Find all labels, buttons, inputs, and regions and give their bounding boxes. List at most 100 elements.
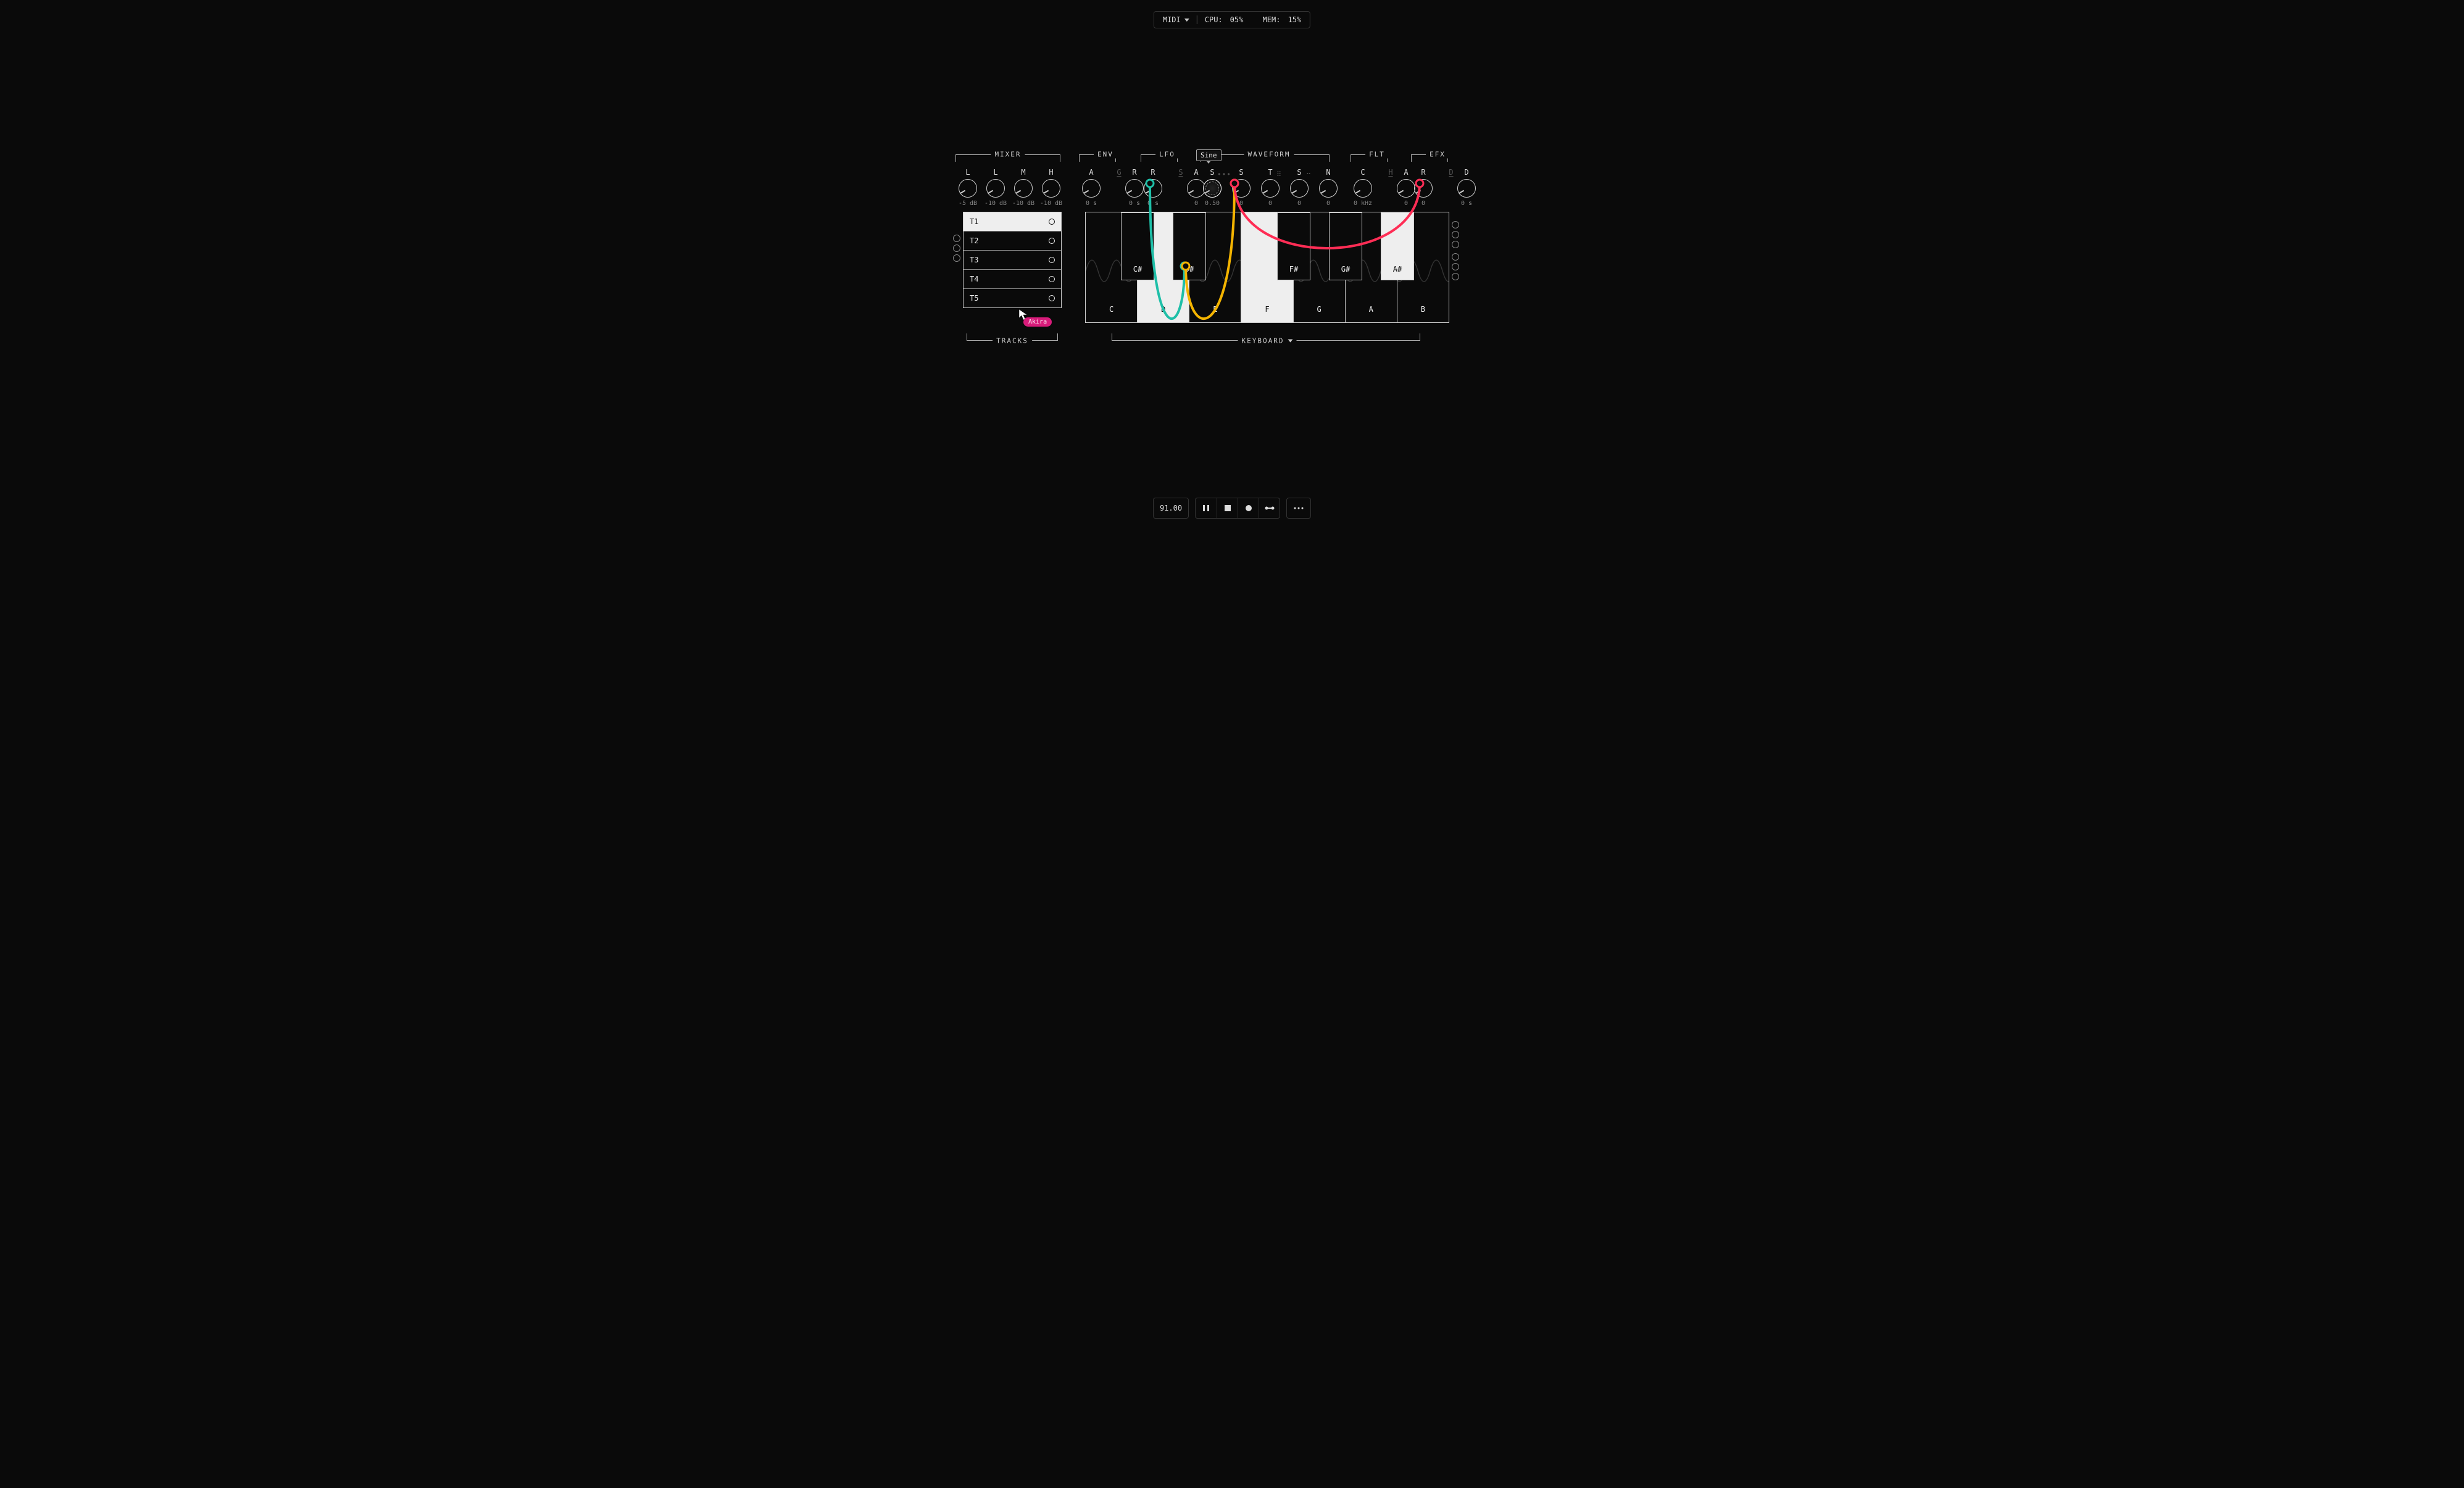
knob-mixer-1[interactable]: L-10 dB: [983, 168, 1008, 207]
knob-dial-icon[interactable]: [959, 179, 977, 198]
record-button[interactable]: [1238, 498, 1259, 518]
key-Fsharp[interactable]: F#: [1277, 212, 1310, 280]
knob-label: R: [1141, 168, 1165, 177]
track-label: T4: [970, 275, 978, 283]
more-icon: [1293, 506, 1304, 510]
knob-dial-icon[interactable]: [1354, 179, 1372, 198]
stop-button[interactable]: [1217, 498, 1238, 518]
knob-label: N: [1316, 168, 1341, 177]
knob-waveform-0[interactable]: S0.50: [1200, 168, 1225, 207]
track-label: T5: [970, 294, 978, 303]
bpm-display[interactable]: 91.00: [1153, 498, 1189, 519]
knob-dial-icon[interactable]: [986, 179, 1005, 198]
knob-dial-icon[interactable]: [1144, 179, 1162, 198]
jack-icon[interactable]: [953, 235, 960, 242]
stop-icon: [1224, 504, 1231, 512]
knob-mixer-0[interactable]: L-5 dB: [955, 168, 980, 207]
key-Csharp[interactable]: C#: [1121, 212, 1154, 280]
key-Asharp[interactable]: A#: [1381, 212, 1414, 280]
mem-label: MEM:: [1263, 15, 1281, 24]
knob-value: 0: [1229, 200, 1254, 207]
more-button[interactable]: [1286, 498, 1311, 519]
knob-label: S: [1229, 168, 1254, 177]
knob-value: 0 s: [1141, 200, 1165, 207]
knob-dial-icon[interactable]: [1319, 179, 1338, 198]
knob-dial-icon[interactable]: [1457, 179, 1476, 198]
transport-controls: [1195, 498, 1280, 519]
knob-value: 0: [1316, 200, 1341, 207]
knob-efx-2[interactable]: D0 s: [1454, 168, 1479, 207]
knob-label: T: [1258, 168, 1283, 177]
track-row-t4[interactable]: T4: [964, 269, 1061, 288]
link-button[interactable]: [1259, 498, 1280, 518]
jack-icon[interactable]: [1452, 241, 1459, 248]
knob-waveform-3[interactable]: S0: [1287, 168, 1312, 207]
track-row-t3[interactable]: T3: [964, 250, 1061, 269]
midi-label: MIDI: [1163, 15, 1181, 24]
jack-icon[interactable]: [953, 254, 960, 262]
track-label: T1: [970, 217, 978, 226]
knob-label: M: [1011, 168, 1036, 177]
knob-dial-icon[interactable]: [1261, 179, 1280, 198]
cpu-value: 05%: [1230, 15, 1244, 24]
lfo-section-label: LFO: [1155, 151, 1179, 159]
pause-button[interactable]: [1196, 498, 1217, 518]
knob-label: H: [1039, 168, 1063, 177]
efx-section-label: EFX: [1426, 151, 1449, 159]
knob-value: 0.50: [1200, 200, 1225, 207]
flt-section-label: FLT: [1365, 151, 1389, 159]
knob-dial-icon[interactable]: [1014, 179, 1033, 198]
key-Dsharp[interactable]: D#: [1173, 212, 1206, 280]
knob-value: 0: [1287, 200, 1312, 207]
jack-icon[interactable]: [953, 245, 960, 252]
knob-dial-icon[interactable]: [1232, 179, 1251, 198]
track-status-icon: [1049, 219, 1055, 225]
track-label: T3: [970, 256, 978, 264]
knob-label: L: [983, 168, 1008, 177]
track-status-icon: [1049, 257, 1055, 263]
jack-icon[interactable]: [1452, 231, 1459, 238]
knob-value: -10 dB: [1039, 200, 1063, 207]
key-Gsharp[interactable]: G#: [1329, 212, 1362, 280]
keyboard-label-text: KEYBOARD: [1242, 337, 1284, 345]
chevron-down-icon: [1184, 19, 1189, 22]
knob-dial-icon[interactable]: [1082, 179, 1101, 198]
tracks-patch-jacks: [953, 235, 960, 262]
knob-label: R: [1411, 168, 1436, 177]
keyboard-section-label[interactable]: KEYBOARD: [1238, 337, 1297, 345]
knob-value: -10 dB: [1011, 200, 1036, 207]
jack-icon[interactable]: [1452, 263, 1459, 270]
knob-dial-icon[interactable]: [1203, 179, 1222, 198]
knob-flt-0[interactable]: C0 kHz: [1351, 168, 1375, 207]
tracks-section-label: TRACKS: [993, 337, 1032, 345]
knob-label: C: [1351, 168, 1375, 177]
knob-mixer-3[interactable]: H -10 dB: [1039, 168, 1063, 207]
record-icon: [1245, 504, 1252, 512]
track-status-icon: [1049, 276, 1055, 282]
knob-dial-icon[interactable]: [1290, 179, 1309, 198]
knob-label: A: [1079, 168, 1104, 177]
jack-icon[interactable]: [1452, 273, 1459, 280]
knob-dial-icon[interactable]: [1414, 179, 1433, 198]
knob-dial-icon[interactable]: [1042, 179, 1060, 198]
knob-waveform-1[interactable]: S0: [1229, 168, 1254, 207]
knob-mixer-2[interactable]: M -10 dB: [1011, 168, 1036, 207]
knob-waveform-2[interactable]: T0: [1258, 168, 1283, 207]
knob-env-0[interactable]: A0 s: [1079, 168, 1104, 207]
knob-lfo-0[interactable]: R 0 s: [1141, 168, 1165, 207]
track-label: T2: [970, 236, 978, 245]
tooltip-sine: Sine: [1196, 149, 1222, 161]
track-row-t1[interactable]: T1: [964, 212, 1061, 231]
track-row-t2[interactable]: T2: [964, 231, 1061, 250]
keyboard: CDEFGAB C#D#F#G#A#: [1085, 212, 1449, 323]
tracks-list: T1 T2 T3 T4 T5: [963, 212, 1062, 308]
chevron-down-icon: [1288, 340, 1292, 343]
knob-waveform-4[interactable]: N0: [1316, 168, 1341, 207]
knob-efx-0[interactable]: R0: [1411, 168, 1436, 207]
mixer-section-label: MIXER: [991, 151, 1025, 159]
midi-dropdown[interactable]: MIDI: [1163, 15, 1189, 24]
cpu-label: CPU:: [1205, 15, 1223, 24]
jack-icon[interactable]: [1452, 253, 1459, 261]
jack-icon[interactable]: [1452, 221, 1459, 228]
track-row-t5[interactable]: T5: [964, 288, 1061, 307]
